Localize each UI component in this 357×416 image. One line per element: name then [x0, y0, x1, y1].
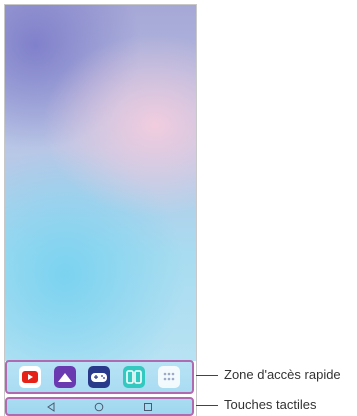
dock-callout-label: Zone d'accès rapide [224, 367, 341, 382]
home-icon [95, 402, 104, 411]
navigation-bar [5, 397, 194, 416]
game-launcher-app[interactable] [88, 366, 111, 388]
gallery-icon [57, 373, 72, 382]
smartworld-icon [126, 370, 142, 384]
quick-access-dock [5, 360, 194, 394]
back-button[interactable] [44, 400, 58, 414]
apps-drawer-icon [163, 372, 174, 381]
gallery-app[interactable] [53, 366, 76, 388]
phone-screen [4, 4, 197, 416]
youtube-icon [22, 371, 39, 383]
dock-callout-line [196, 375, 218, 376]
nav-callout-label: Touches tactiles [224, 397, 317, 412]
home-button[interactable] [92, 400, 106, 414]
apps-drawer-button[interactable] [157, 366, 180, 388]
recents-button[interactable] [141, 400, 155, 414]
back-icon [47, 401, 55, 412]
nav-callout-line [196, 405, 218, 406]
game-launcher-icon [91, 373, 108, 382]
recents-icon [143, 402, 152, 411]
smartworld-app[interactable] [123, 366, 146, 388]
home-wallpaper [5, 5, 196, 361]
youtube-app[interactable] [19, 366, 42, 388]
